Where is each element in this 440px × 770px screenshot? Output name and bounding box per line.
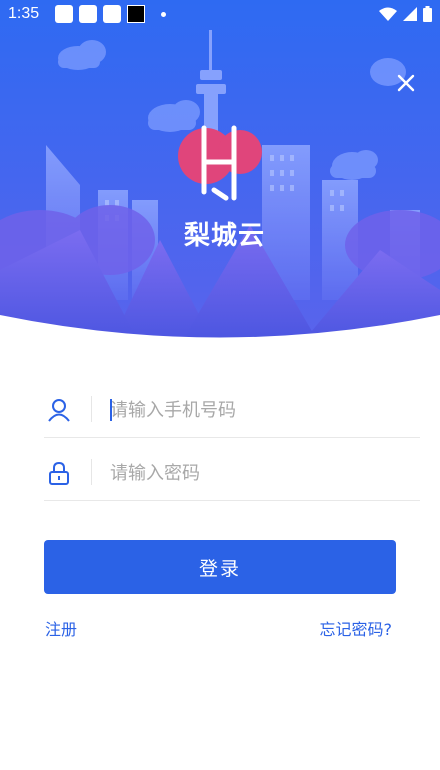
phone-field xyxy=(44,378,420,438)
close-icon xyxy=(397,74,415,92)
signal-icon xyxy=(403,7,417,21)
login-button[interactable]: 登录 xyxy=(44,540,396,594)
system-icons xyxy=(379,6,432,22)
notification-icon xyxy=(79,5,97,23)
phone-input[interactable] xyxy=(110,392,410,428)
forgot-password-link[interactable]: 忘记密码? xyxy=(320,616,393,640)
app-name: 梨城云 xyxy=(184,221,266,251)
user-icon xyxy=(48,399,70,422)
status-bar: 1:35 xyxy=(0,0,440,30)
battery-icon xyxy=(423,6,432,22)
notification-icon xyxy=(103,5,121,23)
city-illustration xyxy=(0,0,440,345)
close-button[interactable] xyxy=(393,70,419,96)
password-field xyxy=(44,441,420,501)
notification-icon xyxy=(127,5,145,23)
text-caret xyxy=(110,399,112,421)
notification-icon xyxy=(55,5,73,23)
hero-banner xyxy=(0,0,440,345)
field-divider xyxy=(91,396,92,422)
lock-icon xyxy=(49,461,69,485)
wifi-icon xyxy=(379,7,397,21)
notification-icons xyxy=(55,5,166,23)
register-link[interactable]: 注册 xyxy=(45,616,77,640)
more-notifications-dot xyxy=(161,11,166,17)
field-divider xyxy=(91,459,92,485)
password-input[interactable] xyxy=(110,455,410,491)
status-time: 1:35 xyxy=(8,5,40,22)
